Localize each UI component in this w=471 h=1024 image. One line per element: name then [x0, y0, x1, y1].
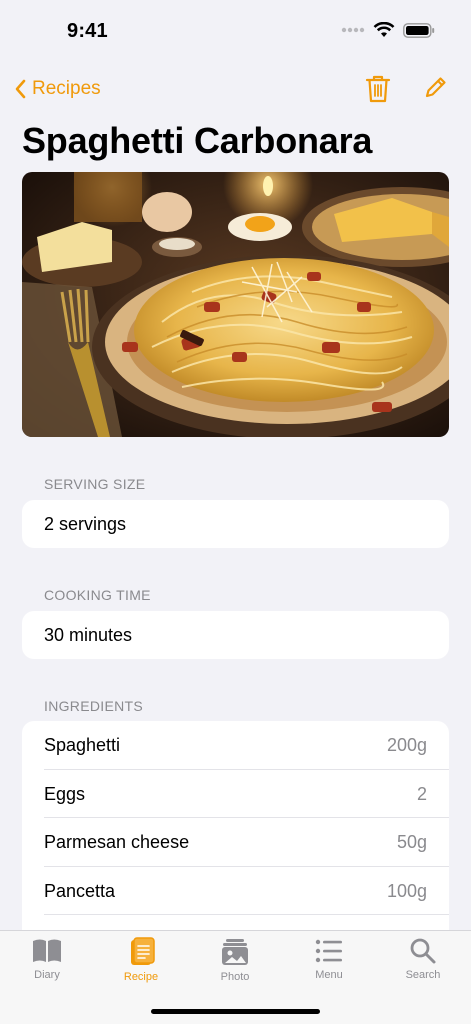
cooking-time-header: COOKING TIME: [44, 587, 151, 603]
ingredient-row[interactable]: Pancetta 100g: [22, 867, 449, 915]
tab-label: Diary: [34, 969, 60, 981]
tab-label: Menu: [315, 969, 343, 981]
ingredient-row[interactable]: Parmesan cheese 50g: [22, 818, 449, 867]
ingredient-name: Spaghetti: [44, 735, 121, 755]
status-time: 9:41: [67, 20, 108, 42]
cooking-time-value: 30 minutes: [44, 625, 133, 645]
ingredient-quantity: 2: [416, 783, 427, 804]
search-icon: [410, 938, 436, 964]
signal-icon: [341, 27, 365, 33]
ingredient-quantity: 100g: [386, 880, 427, 901]
back-button[interactable]: Recipes: [14, 78, 101, 100]
battery-icon: [403, 22, 435, 38]
back-button-label: Recipes: [32, 78, 101, 99]
photo-icon: [222, 939, 248, 965]
status-bar: 9:41: [0, 0, 471, 60]
serving-size-value: 2 servings: [44, 514, 127, 534]
recipe-icon: [131, 937, 155, 965]
ingredient-name: Pancetta: [44, 880, 116, 901]
ingredient-name: Eggs: [44, 783, 86, 804]
status-icons: [341, 22, 435, 38]
ingredient-quantity: 200g: [386, 735, 427, 755]
ingredient-row[interactable]: Eggs 2: [22, 770, 449, 818]
edit-button[interactable]: [423, 76, 447, 105]
tab-recipe[interactable]: Recipe: [101, 937, 181, 983]
ingredient-row[interactable]: Spaghetti 200g: [22, 721, 449, 770]
cooking-time-card[interactable]: 30 minutes: [22, 611, 449, 659]
chevron-left-icon: [15, 79, 26, 99]
book-icon: [33, 939, 61, 962]
page-title: Spaghetti Carbonara: [22, 120, 373, 161]
tab-photo[interactable]: Photo: [195, 937, 275, 983]
ingredient-name: Parmesan cheese: [44, 832, 190, 852]
trash-icon: [365, 75, 391, 103]
ingredients-list: Spaghetti 200g Eggs 2 Parmesan cheese 50…: [22, 721, 449, 961]
navigation-bar: Recipes: [0, 70, 471, 110]
serving-size-header: SERVING SIZE: [44, 476, 146, 492]
delete-button[interactable]: [365, 74, 391, 109]
tab-search[interactable]: Search: [383, 937, 463, 981]
wifi-icon: [373, 22, 395, 37]
pencil-icon: [425, 77, 446, 98]
ingredient-quantity: 50g: [396, 832, 427, 852]
list-icon: [315, 939, 342, 963]
tab-label: Recipe: [123, 971, 159, 983]
row-divider: [44, 914, 449, 915]
recipe-photo: [22, 172, 449, 437]
tab-label: Photo: [220, 971, 250, 983]
serving-size-card[interactable]: 2 servings: [22, 500, 449, 548]
home-indicator: [151, 1009, 320, 1014]
tab-diary[interactable]: Diary: [7, 937, 87, 981]
ingredients-header: INGREDIENTS: [44, 698, 143, 714]
tab-menu[interactable]: Menu: [289, 937, 369, 981]
tab-label: Search: [405, 969, 441, 981]
pasta-dish-image: [22, 172, 449, 437]
